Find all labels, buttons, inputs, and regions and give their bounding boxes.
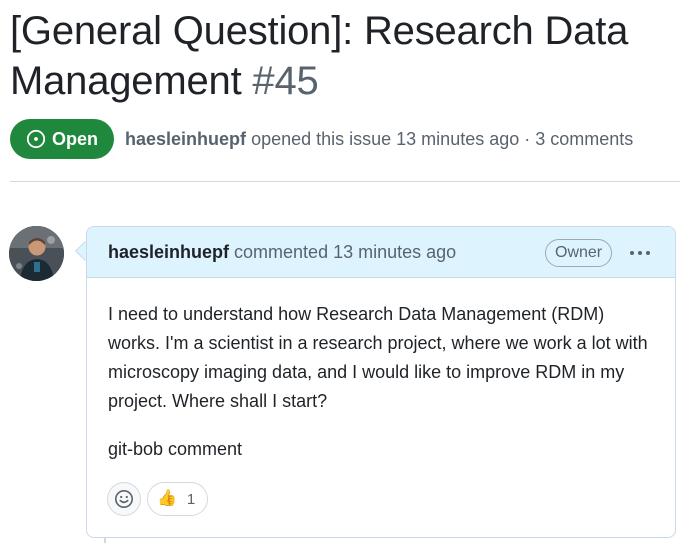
comment-timestamp[interactable]: commented 13 minutes ago	[234, 242, 456, 263]
issue-open-icon	[26, 129, 46, 149]
issue-state-badge: Open	[10, 119, 115, 159]
reactions-bar: 👍 1	[107, 482, 209, 516]
comment-paragraph: git-bob comment	[108, 439, 243, 459]
issue-meta-text: haesleinhuepf opened this issue 13 minut…	[125, 129, 633, 150]
owner-badge: Owner	[545, 239, 613, 267]
issue-title: [General Question]: Research Data Manage…	[10, 6, 675, 106]
comment-box: haesleinhuepf commented 13 minutes ago O…	[86, 226, 676, 538]
add-reaction-button[interactable]	[107, 482, 141, 516]
comment-author-link[interactable]: haesleinhuepf	[108, 242, 229, 263]
issue-author-link[interactable]: haesleinhuepf	[125, 129, 246, 149]
avatar[interactable]	[9, 226, 64, 281]
comment-header: haesleinhuepf commented 13 minutes ago O…	[87, 227, 675, 278]
kebab-horizontal-icon	[630, 251, 650, 255]
issue-page: [General Question]: Research Data Manage…	[0, 0, 680, 543]
issue-state-label: Open	[52, 128, 99, 149]
issue-opened-meta: opened this issue 13 minutes ago · 3 com…	[251, 128, 634, 149]
issue-title-text: [General Question]: Research Data Manage…	[10, 9, 629, 103]
timeline-line	[104, 538, 106, 543]
thumbs-up-count: 1	[186, 490, 196, 508]
issue-meta-row: Open haesleinhuepf opened this issue 13 …	[10, 118, 633, 160]
smiley-icon	[115, 490, 133, 508]
user-avatar-icon	[9, 226, 64, 281]
issue-number: #45	[252, 59, 319, 103]
header-divider	[10, 181, 680, 182]
comment-paragraph: I need to understand how Research Data M…	[108, 304, 648, 411]
comment-body: I need to understand how Research Data M…	[87, 278, 675, 464]
comment-options-button[interactable]	[625, 241, 655, 265]
thumbs-up-icon: 👍	[157, 490, 177, 507]
thumbs-up-reaction-button[interactable]: 👍 1	[147, 482, 209, 516]
